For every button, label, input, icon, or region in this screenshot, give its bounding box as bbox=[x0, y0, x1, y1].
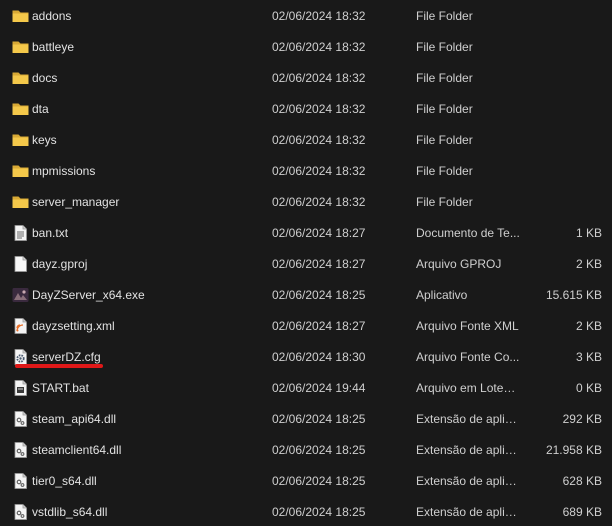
file-list: addons 02/06/2024 18:32 File Folder battley… bbox=[0, 0, 612, 526]
exe-icon bbox=[11, 286, 30, 304]
date-modified: 02/06/2024 18:25 bbox=[272, 505, 366, 519]
file-name: steam_api64.dll bbox=[32, 412, 117, 426]
folder-icon bbox=[11, 7, 30, 25]
file-type: Extensão de aplica... bbox=[416, 412, 520, 426]
file-type: File Folder bbox=[416, 164, 473, 178]
file-name: dayzsetting.xml bbox=[32, 319, 115, 333]
date-modified: 02/06/2024 18:25 bbox=[272, 288, 366, 302]
file-type: Arquivo Fonte XML bbox=[416, 319, 519, 333]
dll-file-icon bbox=[11, 503, 30, 521]
file-row[interactable]: dayz.gproj 02/06/2024 18:27 Arquivo GPROJ 2… bbox=[0, 249, 612, 280]
file-name: ban.txt bbox=[32, 226, 69, 240]
file-size: 2 KB bbox=[575, 257, 602, 271]
file-size: 689 KB bbox=[562, 505, 602, 519]
file-row[interactable]: ban.txt 02/06/2024 18:27 Documento de Te..… bbox=[0, 218, 612, 249]
file-type: File Folder bbox=[416, 9, 473, 23]
file-name: battleye bbox=[32, 40, 75, 54]
text-file-icon bbox=[11, 224, 30, 242]
file-name: START.bat bbox=[32, 381, 89, 395]
file-type: Arquivo em Lotes ... bbox=[416, 381, 520, 395]
highlight-underline bbox=[15, 364, 103, 368]
date-modified: 02/06/2024 18:30 bbox=[272, 350, 366, 364]
date-modified: 02/06/2024 18:27 bbox=[272, 257, 366, 271]
date-modified: 02/06/2024 18:32 bbox=[272, 164, 366, 178]
file-name: addons bbox=[32, 9, 72, 23]
file-row[interactable]: tier0_s64.dll 02/06/2024 18:25 Extensão de… bbox=[0, 466, 612, 497]
file-row[interactable]: DayZServer_x64.exe 02/06/2024 18:25 Aplica… bbox=[0, 280, 612, 311]
file-row[interactable]: steamclient64.dll 02/06/2024 18:25 Extensã… bbox=[0, 435, 612, 466]
date-modified: 02/06/2024 18:32 bbox=[272, 195, 366, 209]
date-modified: 02/06/2024 18:32 bbox=[272, 9, 366, 23]
dll-file-icon bbox=[11, 441, 30, 459]
file-type: Documento de Te... bbox=[416, 226, 520, 240]
date-modified: 02/06/2024 18:25 bbox=[272, 474, 366, 488]
folder-row[interactable]: keys 02/06/2024 18:32 File Folder bbox=[0, 125, 612, 156]
file-row[interactable]: START.bat 02/06/2024 19:44 Arquivo em Lote… bbox=[0, 373, 612, 404]
blank-file-icon bbox=[11, 255, 30, 273]
file-size: 15.615 KB bbox=[545, 288, 602, 302]
folder-row[interactable]: battleye 02/06/2024 18:32 File Folder bbox=[0, 32, 612, 63]
folder-row[interactable]: server_manager 02/06/2024 18:32 File Folde… bbox=[0, 187, 612, 218]
date-modified: 02/06/2024 18:25 bbox=[272, 443, 366, 457]
file-name: tier0_s64.dll bbox=[32, 474, 97, 488]
date-modified: 02/06/2024 19:44 bbox=[272, 381, 366, 395]
file-type: Arquivo GPROJ bbox=[416, 257, 502, 271]
folder-icon bbox=[11, 131, 30, 149]
file-row[interactable]: serverDZ.cfg 02/06/2024 18:30 Arquivo Font… bbox=[0, 342, 612, 373]
file-type: Extensão de aplica... bbox=[416, 443, 520, 457]
folder-row[interactable]: docs 02/06/2024 18:32 File Folder bbox=[0, 63, 612, 94]
folder-row[interactable]: addons 02/06/2024 18:32 File Folder bbox=[0, 1, 612, 32]
file-name: dayz.gproj bbox=[32, 257, 88, 271]
file-size: 3 KB bbox=[575, 350, 602, 364]
file-size: 2 KB bbox=[575, 319, 602, 333]
date-modified: 02/06/2024 18:32 bbox=[272, 102, 366, 116]
file-type: File Folder bbox=[416, 102, 473, 116]
file-name: serverDZ.cfg bbox=[32, 350, 101, 364]
file-type: File Folder bbox=[416, 133, 473, 147]
file-type: File Folder bbox=[416, 195, 473, 209]
folder-icon bbox=[11, 38, 30, 56]
folder-icon bbox=[11, 162, 30, 180]
file-type: Extensão de aplica... bbox=[416, 474, 520, 488]
file-size: 0 KB bbox=[575, 381, 602, 395]
xml-file-icon bbox=[11, 317, 30, 335]
dll-file-icon bbox=[11, 472, 30, 490]
file-size: 292 KB bbox=[562, 412, 602, 426]
folder-icon bbox=[11, 69, 30, 87]
date-modified: 02/06/2024 18:32 bbox=[272, 71, 366, 85]
file-type: Arquivo Fonte Co... bbox=[416, 350, 520, 364]
folder-icon bbox=[11, 100, 30, 118]
file-name: vstdlib_s64.dll bbox=[32, 505, 108, 519]
file-name: dta bbox=[32, 102, 49, 116]
file-size: 628 KB bbox=[562, 474, 602, 488]
file-name: server_manager bbox=[32, 195, 120, 209]
file-name: mpmissions bbox=[32, 164, 96, 178]
file-type: Aplicativo bbox=[416, 288, 468, 302]
date-modified: 02/06/2024 18:32 bbox=[272, 40, 366, 54]
file-row[interactable]: vstdlib_s64.dll 02/06/2024 18:25 Extensão … bbox=[0, 497, 612, 526]
file-row[interactable]: dayzsetting.xml 02/06/2024 18:27 Arquivo F… bbox=[0, 311, 612, 342]
batch-file-icon bbox=[11, 379, 30, 397]
file-name: DayZServer_x64.exe bbox=[32, 288, 145, 302]
folder-row[interactable]: dta 02/06/2024 18:32 File Folder bbox=[0, 94, 612, 125]
folder-row[interactable]: mpmissions 02/06/2024 18:32 File Folder bbox=[0, 156, 612, 187]
date-modified: 02/06/2024 18:25 bbox=[272, 412, 366, 426]
file-type: File Folder bbox=[416, 71, 473, 85]
file-row[interactable]: steam_api64.dll 02/06/2024 18:25 Extensão … bbox=[0, 404, 612, 435]
file-name: steamclient64.dll bbox=[32, 443, 122, 457]
file-name: keys bbox=[32, 133, 57, 147]
folder-icon bbox=[11, 193, 30, 211]
file-name: docs bbox=[32, 71, 58, 85]
file-size: 21.958 KB bbox=[545, 443, 602, 457]
date-modified: 02/06/2024 18:27 bbox=[272, 226, 366, 240]
file-type: File Folder bbox=[416, 40, 473, 54]
dll-file-icon bbox=[11, 410, 30, 428]
file-size: 1 KB bbox=[575, 226, 602, 240]
date-modified: 02/06/2024 18:27 bbox=[272, 319, 366, 333]
date-modified: 02/06/2024 18:32 bbox=[272, 133, 366, 147]
file-type: Extensão de aplica... bbox=[416, 505, 520, 519]
